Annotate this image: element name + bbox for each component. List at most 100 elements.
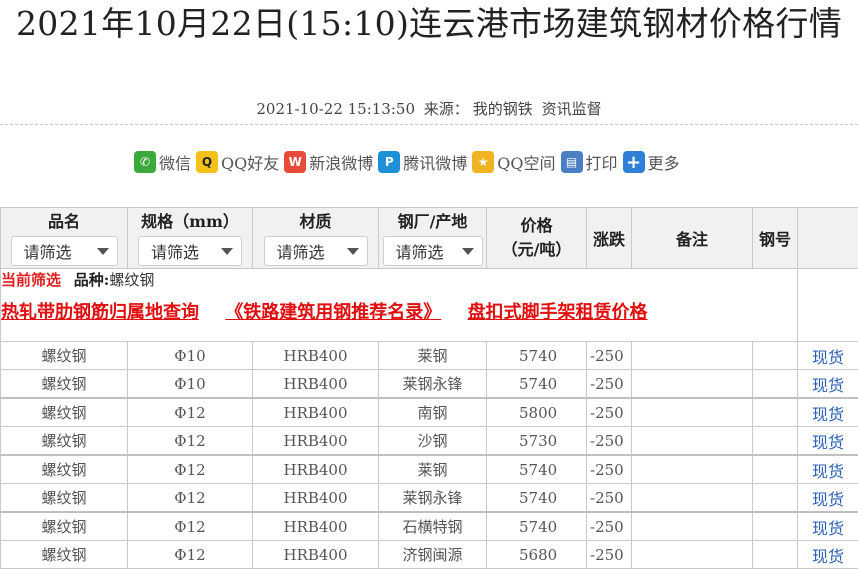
- cell-action: 现货: [797, 426, 858, 456]
- spot-link[interactable]: 现货: [812, 433, 844, 452]
- chevron-down-icon: [461, 247, 474, 255]
- filter-mill-select[interactable]: 请筛选: [382, 236, 483, 266]
- cell-spec: Φ10: [127, 341, 253, 370]
- cell-material: HRB400: [252, 426, 379, 456]
- cell-remark: [631, 454, 753, 484]
- filter-spec-select[interactable]: 请筛选: [138, 236, 242, 266]
- cell-name: 螺纹钢: [0, 426, 128, 456]
- share-more[interactable]: + 更多: [622, 150, 680, 174]
- filter-name-select[interactable]: 请筛选: [10, 236, 118, 266]
- share-qq[interactable]: Q QQ好友: [196, 150, 279, 174]
- table-row: 螺纹钢 Φ10 HRB400 莱钢 5740 -250 现货: [0, 341, 858, 370]
- cell-mill: 莱钢永锋: [378, 369, 487, 399]
- chevron-down-icon: [96, 247, 109, 255]
- filter-info-row: 当前筛选 品种:螺纹钢 热轧带肋钢筋归属地查询 《铁路建筑用钢推荐名录》 盘扣式…: [0, 268, 858, 342]
- header-grade: 钢号: [752, 207, 798, 269]
- spot-link[interactable]: 现货: [812, 376, 844, 395]
- cell-name: 螺纹钢: [0, 341, 128, 370]
- print-icon: ▤: [560, 151, 583, 173]
- promo-link-railway-steel[interactable]: 《铁路建筑用钢推荐名录》: [225, 302, 441, 323]
- header-name: 品名 请筛选: [0, 207, 128, 269]
- promo-link-rebar-origin[interactable]: 热轧带肋钢筋归属地查询: [2, 302, 200, 323]
- table-header-row: 品名 请筛选 规格（mm） 请筛选 材质 请筛选 钢厂/产地 请筛选 价格 （元…: [0, 207, 858, 269]
- qq-icon: Q: [196, 151, 219, 173]
- cell-action: 现货: [797, 540, 858, 569]
- header-action: [797, 207, 858, 269]
- cell-name: 螺纹钢: [0, 369, 128, 399]
- cell-change: -250: [586, 540, 632, 569]
- share-print[interactable]: ▤ 打印: [560, 150, 618, 174]
- more-icon: +: [622, 151, 645, 173]
- current-filter-value: 螺纹钢: [109, 271, 155, 289]
- share-label: QQ好友: [221, 154, 280, 173]
- share-tencent-weibo[interactable]: P 腾讯微博: [378, 150, 467, 174]
- cell-change: -250: [586, 511, 632, 541]
- filter-info-empty: [797, 268, 858, 342]
- header-material: 材质 请筛选: [252, 207, 379, 269]
- cell-remark: [631, 511, 753, 541]
- cell-material: HRB400: [252, 369, 379, 399]
- chevron-down-icon: [346, 247, 359, 255]
- cell-material: HRB400: [252, 540, 379, 569]
- spot-link[interactable]: 现货: [812, 519, 844, 538]
- spot-link[interactable]: 现货: [812, 405, 844, 424]
- share-label: 新浪微博: [309, 154, 374, 173]
- share-weibo[interactable]: W 新浪微博: [284, 150, 373, 174]
- cell-name: 螺纹钢: [0, 397, 128, 427]
- share-label: 更多: [647, 154, 680, 173]
- price-table: 品名 请筛选 规格（mm） 请筛选 材质 请筛选 钢厂/产地 请筛选 价格 （元…: [0, 207, 858, 569]
- cell-mill: 济钢闽源: [378, 540, 487, 569]
- share-wechat[interactable]: ✆ 微信: [134, 150, 191, 174]
- table-row: 螺纹钢 Φ12 HRB400 沙钢 5730 -250 现货: [0, 426, 858, 456]
- table-row: 螺纹钢 Φ12 HRB400 石横特钢 5740 -250 现货: [0, 511, 858, 541]
- table-row: 螺纹钢 Φ12 HRB400 莱钢永锋 5740 -250 现货: [0, 483, 858, 513]
- header-remark: 备注: [631, 207, 753, 269]
- cell-remark: [631, 341, 753, 370]
- spot-link[interactable]: 现货: [812, 462, 844, 481]
- cell-change: -250: [586, 454, 632, 484]
- cell-grade: [752, 511, 798, 541]
- cell-change: -250: [586, 426, 632, 456]
- share-label: 微信: [159, 154, 192, 173]
- source-label: 来源：: [423, 100, 469, 118]
- share-label: 打印: [585, 154, 618, 173]
- header-price: 价格 （元/吨）: [486, 207, 587, 269]
- promo-links: 热轧带肋钢筋归属地查询 《铁路建筑用钢推荐名录》 盘扣式脚手架租赁价格: [2, 298, 797, 324]
- publish-datetime: 2021-10-22 15:13:50: [256, 100, 415, 118]
- cell-spec: Φ12: [127, 397, 253, 427]
- header-change: 涨跌: [586, 207, 632, 269]
- cell-mill: 莱钢永锋: [378, 483, 487, 513]
- cell-price: 5680: [486, 540, 587, 569]
- current-filter: 当前筛选 品种:螺纹钢: [1, 271, 155, 289]
- chevron-down-icon: [221, 247, 233, 255]
- cell-spec: Φ12: [127, 540, 253, 569]
- header-spec: 规格（mm） 请筛选: [127, 207, 253, 269]
- promo-link-scaffold-rental[interactable]: 盘扣式脚手架租赁价格: [468, 302, 648, 323]
- cell-price: 5740: [486, 483, 587, 513]
- cell-price: 5740: [486, 454, 587, 484]
- cell-action: 现货: [797, 397, 858, 427]
- cell-price: 5740: [486, 511, 587, 541]
- spot-link[interactable]: 现货: [812, 547, 844, 566]
- cell-change: -250: [586, 341, 632, 370]
- cell-name: 螺纹钢: [0, 540, 128, 569]
- cell-action: 现货: [797, 511, 858, 541]
- spot-link[interactable]: 现货: [812, 490, 844, 509]
- source-name: 我的钢铁: [472, 100, 533, 118]
- cell-spec: Φ12: [127, 454, 253, 484]
- cell-name: 螺纹钢: [0, 454, 128, 484]
- qzone-icon: ★: [472, 151, 495, 173]
- cell-grade: [752, 369, 798, 399]
- filter-material-select[interactable]: 请筛选: [263, 236, 368, 266]
- cell-price: 5740: [486, 341, 587, 370]
- cell-grade: [752, 426, 798, 456]
- cell-action: 现货: [797, 341, 858, 370]
- cell-mill: 莱钢: [378, 454, 487, 484]
- share-qzone[interactable]: ★ QQ空间: [472, 150, 556, 174]
- cell-spec: Φ12: [127, 511, 253, 541]
- cell-price: 5730: [486, 426, 587, 456]
- spot-link[interactable]: 现货: [812, 348, 844, 367]
- cell-price: 5800: [486, 397, 587, 427]
- cell-grade: [752, 483, 798, 513]
- cell-spec: Φ12: [127, 426, 253, 456]
